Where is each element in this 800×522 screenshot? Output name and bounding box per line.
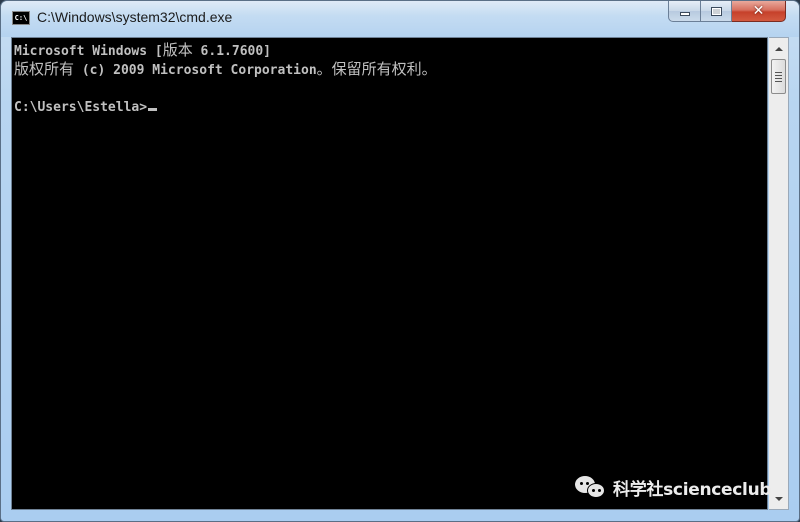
maximize-icon xyxy=(710,6,722,16)
scroll-up-button[interactable] xyxy=(769,40,788,57)
arrow-down-icon xyxy=(774,496,783,501)
maximize-button[interactable] xyxy=(701,1,732,22)
grip-line xyxy=(775,71,782,73)
console-output: Microsoft Windows [版本 6.1.7600] 版权所有 (c) … xyxy=(14,41,437,117)
grip-line xyxy=(775,80,782,82)
text-cursor xyxy=(148,108,158,111)
cmd-icon[interactable]: C:\ xyxy=(12,11,30,25)
console-text: C:\Users\Estella> xyxy=(14,100,148,115)
watermark: 科学社scienceclub xyxy=(575,473,772,501)
grip-line xyxy=(775,74,782,76)
watermark-text: 科学社scienceclub xyxy=(613,479,772,500)
grip-line xyxy=(775,77,782,79)
minimize-icon xyxy=(679,12,690,16)
title-bar[interactable]: C:\ C:\Windows\system32\cmd.exe ✕ xyxy=(1,1,799,37)
close-button[interactable]: ✕ xyxy=(732,1,786,22)
console-line: 版权所有 (c) 2009 Microsoft Corporation。保留所有… xyxy=(14,60,437,79)
scroll-down-button[interactable] xyxy=(769,490,788,507)
caption-buttons: ✕ xyxy=(668,1,786,22)
console-text: 版权所有 xyxy=(14,60,75,78)
scroll-thumb[interactable] xyxy=(771,59,786,94)
console-text: 6.1.7600] xyxy=(192,44,272,59)
console-text: (c) 2009 Microsoft Corporation xyxy=(74,63,317,78)
console-line: Microsoft Windows [版本 6.1.7600] xyxy=(14,41,437,60)
wechat-icon xyxy=(575,474,607,500)
console-area[interactable]: Microsoft Windows [版本 6.1.7600] 版权所有 (c) … xyxy=(11,37,768,510)
close-icon: ✕ xyxy=(752,3,765,19)
vertical-scrollbar[interactable] xyxy=(769,37,789,510)
minimize-button[interactable] xyxy=(668,1,701,22)
arrow-up-icon xyxy=(774,46,783,51)
console-text: 。保留所有权利。 xyxy=(316,60,437,78)
window-title: C:\Windows\system32\cmd.exe xyxy=(37,9,233,25)
console-text: Microsoft Windows [ xyxy=(14,44,163,59)
console-text: 版本 xyxy=(162,41,193,59)
console-line: C:\Users\Estella> xyxy=(14,98,437,117)
cmd-window: C:\ C:\Windows\system32\cmd.exe ✕ Micros… xyxy=(0,0,800,522)
